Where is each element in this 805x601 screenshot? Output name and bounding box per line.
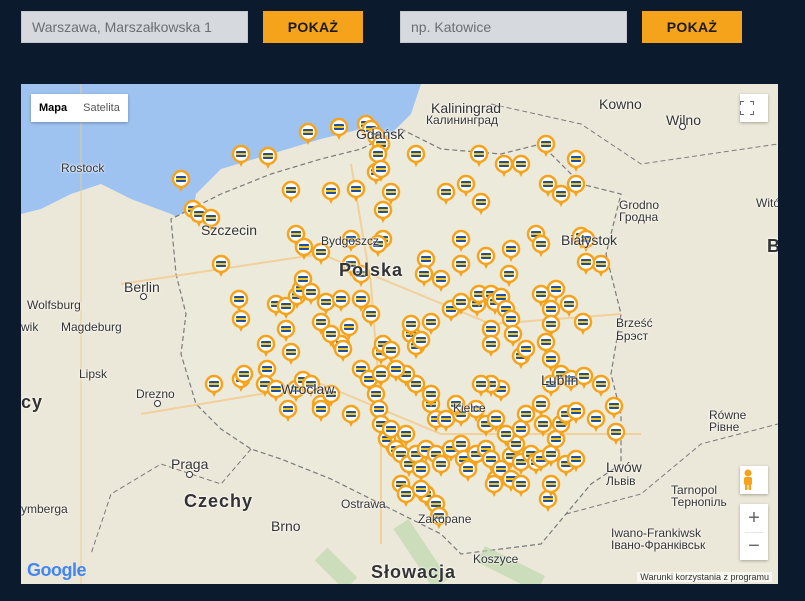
label-kielce: Kielce [453, 401, 486, 415]
label-brno: Brno [271, 518, 301, 534]
label-szczecin: Szczecin [201, 222, 258, 238]
label-grodno-ru: Гродна [619, 210, 659, 224]
pegman-icon[interactable] [740, 466, 768, 494]
map-type-mapa[interactable]: Mapa [31, 94, 75, 122]
zoom-out-button[interactable]: − [740, 533, 768, 560]
label-polska: Polska [339, 260, 404, 280]
fullscreen-icon[interactable] [740, 94, 768, 122]
label-rostock: Rostock [61, 161, 105, 175]
city-dot [154, 400, 161, 407]
label-brzesc: Brześć [616, 316, 653, 330]
city-dot [186, 471, 193, 478]
show-city-button[interactable]: POKAŻ [642, 11, 742, 43]
label-rowne-ua: Рівне [709, 420, 740, 434]
label-niemcy: cy [21, 392, 44, 412]
label-tarnopol-ua: Тернопіль [671, 495, 727, 509]
label-witow: Witów [756, 196, 778, 210]
label-koszyce: Koszyce [473, 552, 519, 566]
label-ostrawa: Ostrawa [341, 497, 386, 511]
label-bialystok: Białystok [561, 232, 618, 248]
label-iwano-ua: Івано-Франківськ [611, 538, 706, 552]
map-type-satelita[interactable]: Satelita [75, 94, 128, 122]
label-b: B [767, 236, 778, 256]
label-magdeburg: Magdeburg [61, 320, 122, 334]
label-zakopane: Zakopane [418, 512, 472, 526]
map-canvas [21, 84, 778, 584]
label-norymberga: ymberga [21, 502, 68, 516]
label-praga: Praga [171, 456, 209, 472]
label-drezno: Drezno [136, 387, 175, 401]
label-wroclaw: Wrocław [281, 381, 335, 397]
city-input[interactable] [400, 11, 627, 43]
label-kaliningrad-ru: Калининград [426, 113, 499, 127]
zoom-in-button[interactable]: + [740, 504, 768, 532]
label-slowacja: Słowacja [371, 562, 457, 582]
map[interactable]: Kaliningrad Калининград Kowno Wilno Rost… [21, 84, 778, 584]
label-uwik: wik [21, 320, 39, 334]
label-wolfsburg: Wolfsburg [27, 298, 81, 312]
show-button[interactable]: POKAŻ [263, 11, 363, 43]
label-bydgoszcz: Bydgoszcz [321, 234, 380, 248]
zoom-control: + − [740, 504, 768, 560]
label-czechy: Czechy [184, 491, 254, 511]
label-lublin: Lublin [541, 372, 579, 388]
terms-link[interactable]: Warunki korzystania z programu [637, 572, 772, 582]
label-kowno: Kowno [599, 96, 642, 112]
label-lwow-ua: Львів [606, 474, 636, 488]
map-type-control: Mapa Satelita [31, 94, 128, 122]
label-gdansk: Gdańsk [356, 126, 405, 142]
city-dot [679, 123, 686, 130]
label-lwow: Lwów [606, 459, 642, 475]
label-lipsk: Lipsk [79, 367, 108, 381]
label-brzesc-ru: Брэст [616, 329, 649, 343]
google-logo: Google [27, 560, 87, 580]
city-dot [140, 293, 147, 300]
address-input[interactable] [21, 11, 248, 43]
